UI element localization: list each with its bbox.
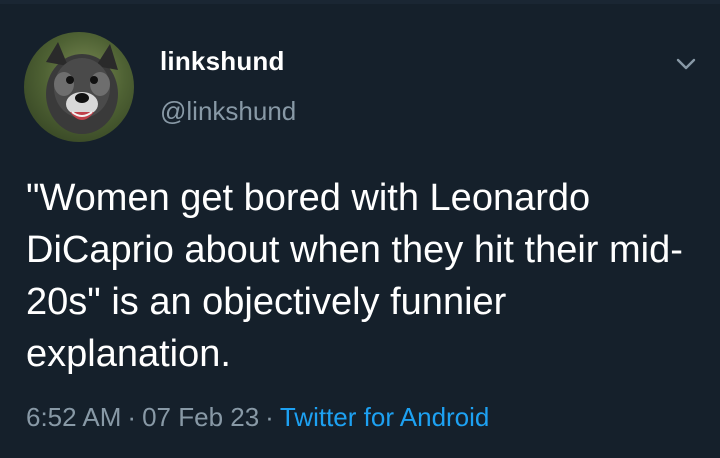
tweet-card: linkshund @linkshund "Women get bored wi… [0,0,720,458]
avatar-image [46,42,118,134]
divider [0,0,720,4]
user-handle[interactable]: @linkshund [160,96,296,127]
meta-separator: · [265,402,274,432]
dog-avatar-icon[interactable] [24,32,134,142]
tweet-source-link[interactable]: Twitter for Android [280,402,490,432]
tweet-text: "Women get bored with Leonardo DiCaprio … [26,177,683,375]
meta-separator: · [127,402,137,432]
tweet-meta: 6:52 AM · 07 Feb 23 · Twitter for Android [26,402,489,433]
tweet-time[interactable]: 6:52 AM [26,402,121,432]
display-name[interactable]: linkshund [160,46,285,77]
tweet-date[interactable]: 07 Feb 23 [142,402,259,432]
chevron-down-icon[interactable] [674,52,698,76]
